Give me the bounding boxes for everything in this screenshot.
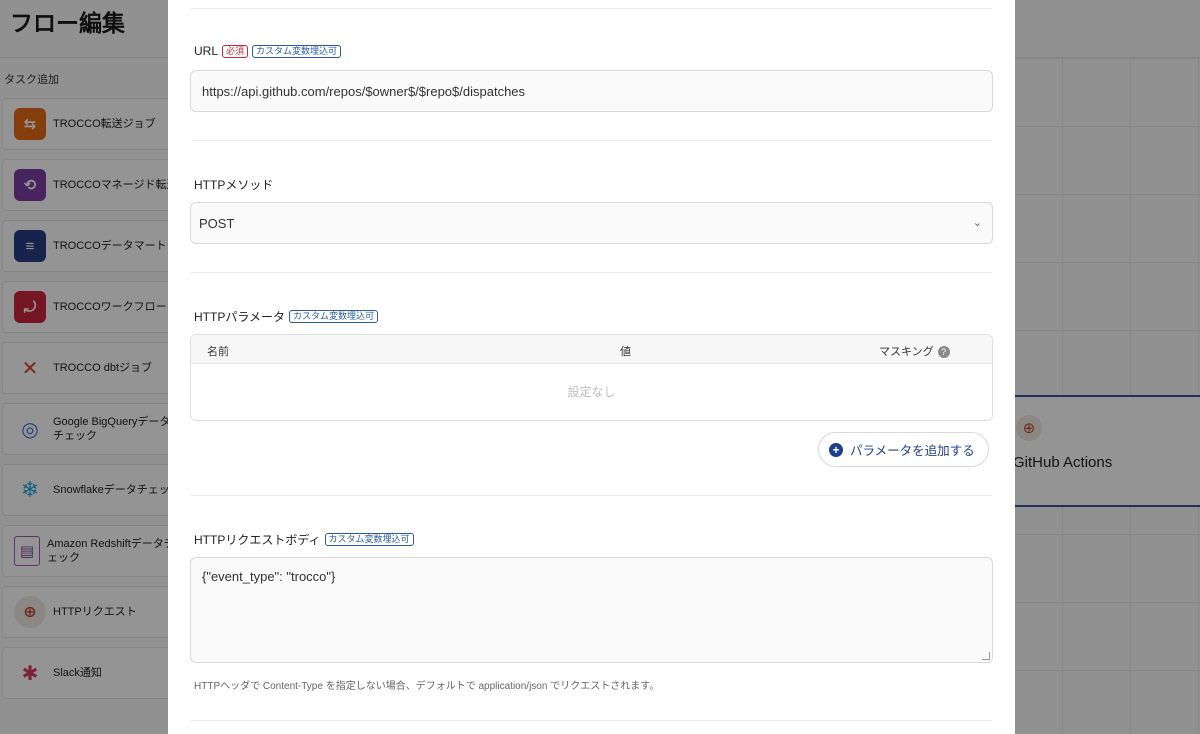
http-method-label: HTTPメソッド xyxy=(194,176,273,193)
http-params-label: HTTPパラメータ カスタム変数埋込可 xyxy=(194,308,378,325)
masking-label: マスキング xyxy=(879,346,934,358)
http-method-select[interactable]: POST ⌄ xyxy=(190,202,993,244)
url-label-text: URL xyxy=(194,44,219,58)
plus-circle-icon: + xyxy=(829,442,843,457)
table-header: 名前 値 マスキング? xyxy=(191,335,992,364)
section-divider xyxy=(191,8,992,9)
section-divider xyxy=(191,272,992,273)
section-divider xyxy=(191,495,992,496)
http-body-label: HTTPリクエストボディ カスタム変数埋込可 xyxy=(194,531,414,548)
column-header-masking: マスキング? xyxy=(879,343,950,359)
custom-variable-badge: カスタム変数埋込可 xyxy=(324,533,414,546)
resize-handle[interactable] xyxy=(982,652,990,660)
http-params-table: 名前 値 マスキング? 設定なし xyxy=(190,334,993,421)
http-body-label-text: HTTPリクエストボディ xyxy=(194,533,321,547)
column-header-name: 名前 xyxy=(207,346,229,358)
url-input[interactable]: https://api.github.com/repos/$owner$/$re… xyxy=(190,70,993,112)
required-badge: 必須 xyxy=(222,44,249,58)
http-body-textarea[interactable]: {"event_type": "trocco"} xyxy=(190,557,993,663)
column-header-value: 値 xyxy=(620,346,631,358)
custom-variable-badge: カスタム変数埋込可 xyxy=(288,310,378,323)
empty-state-text: 設定なし xyxy=(567,385,616,399)
http-method-label-text: HTTPメソッド xyxy=(194,178,274,192)
http-request-settings-modal: URL 必須 カスタム変数埋込可 https://api.github.com/… xyxy=(168,0,1015,734)
url-label: URL 必須 カスタム変数埋込可 xyxy=(194,44,342,58)
http-body-value: {"event_type": "trocco"} xyxy=(202,569,336,584)
content-type-hint: HTTPヘッダで Content-Type を指定しない場合、デフォルトで ap… xyxy=(194,681,660,692)
custom-variable-badge: カスタム変数埋込可 xyxy=(252,44,342,58)
help-icon[interactable]: ? xyxy=(937,346,950,359)
http-params-label-text: HTTPパラメータ xyxy=(194,310,285,324)
chevron-down-icon: ⌄ xyxy=(972,217,982,229)
section-divider xyxy=(191,140,992,141)
add-parameter-label: パラメータを追加する xyxy=(850,444,975,458)
add-parameter-button[interactable]: + パラメータを追加する xyxy=(818,432,989,467)
section-divider xyxy=(191,720,992,721)
http-method-value: POST xyxy=(199,215,235,231)
